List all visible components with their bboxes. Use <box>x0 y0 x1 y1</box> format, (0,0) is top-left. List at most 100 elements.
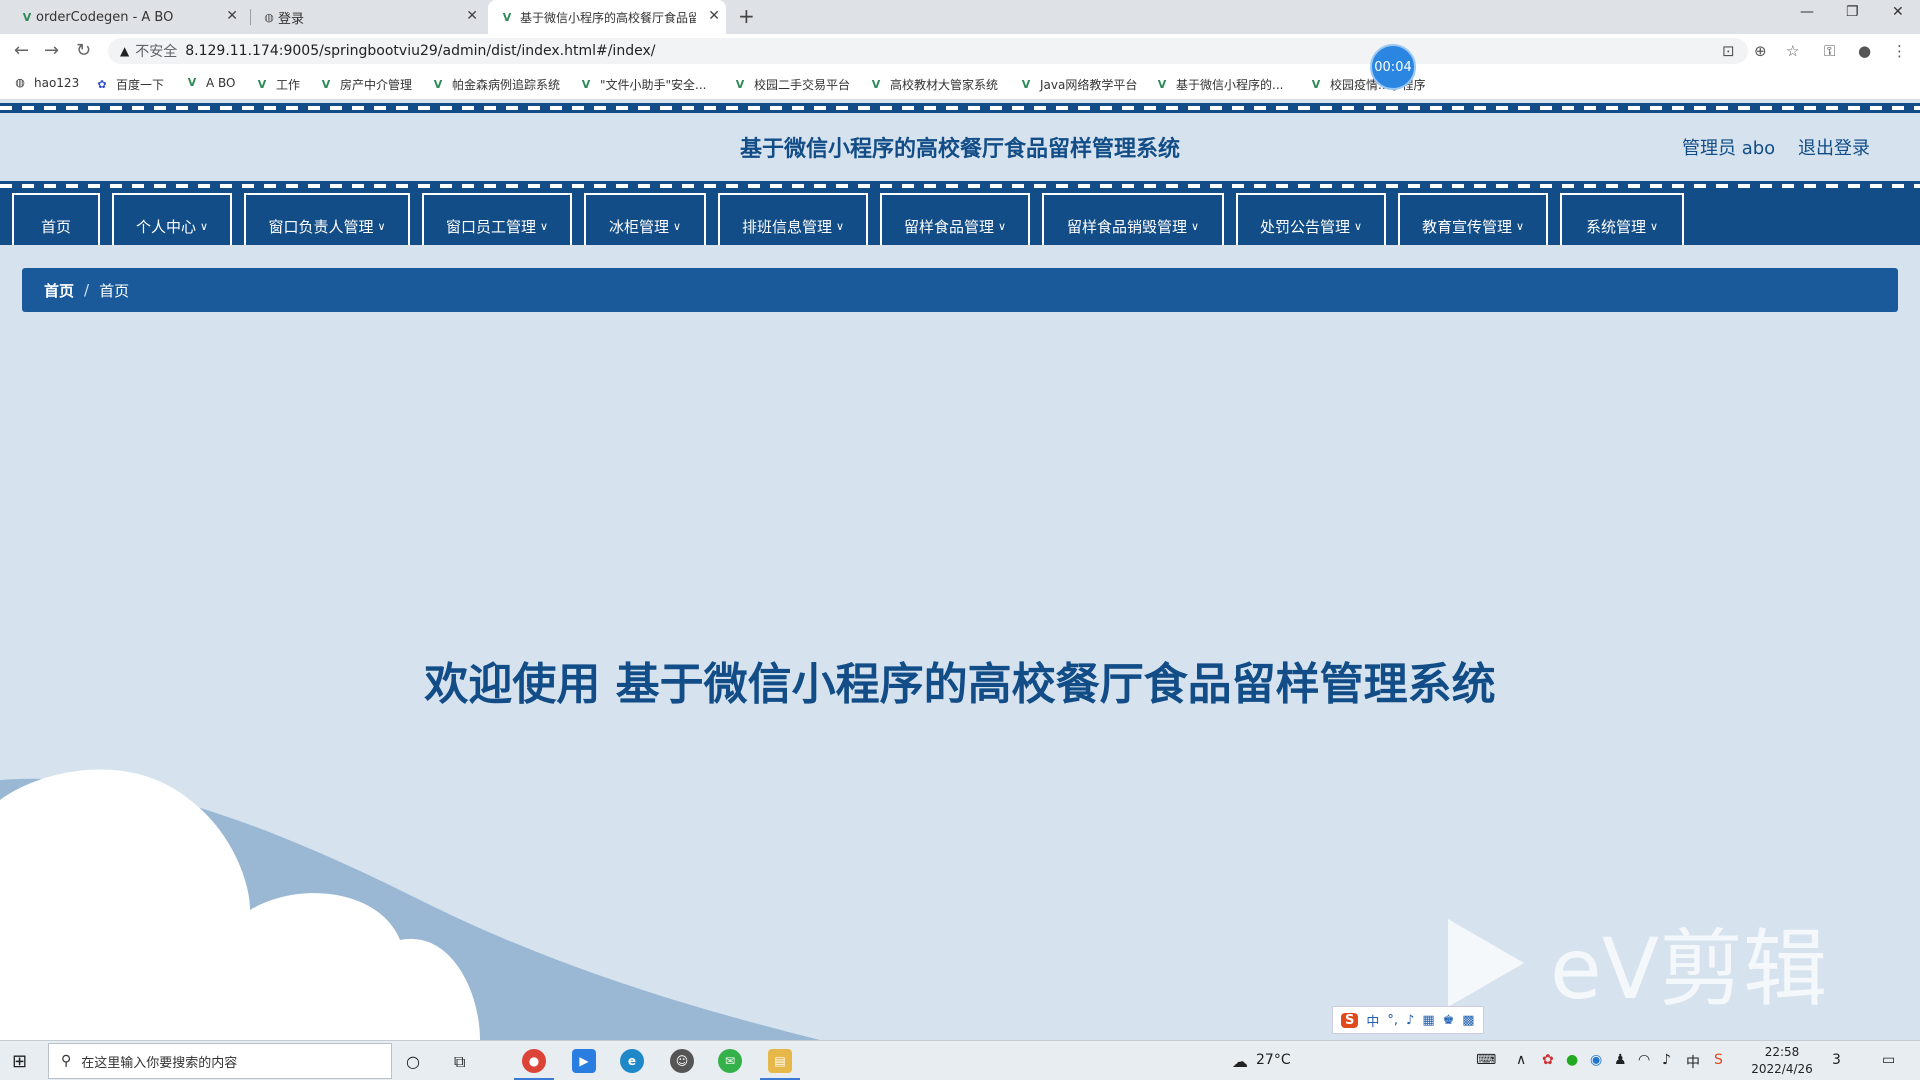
restore-icon[interactable]: ❐ <box>1846 4 1859 20</box>
nav-item-penalty-notice[interactable]: 处罚公告管理 ∨ <box>1236 193 1386 245</box>
reload-icon[interactable]: ↻ <box>76 40 91 61</box>
vue-favicon-icon: V <box>871 77 881 91</box>
globe-icon: ◍ <box>15 76 25 89</box>
file-explorer-icon[interactable]: ▤ <box>768 1049 792 1073</box>
new-tab-icon[interactable]: + <box>738 4 755 28</box>
zoom-icon[interactable]: ⊕ <box>1754 42 1767 60</box>
keyboard-icon[interactable]: ▦ <box>1422 1013 1434 1028</box>
chevron-down-icon: ∨ <box>1649 219 1659 233</box>
vue-favicon-icon: V <box>187 76 197 89</box>
clock-date: 2022/4/26 <box>1751 1062 1813 1076</box>
action-center-icon[interactable]: ▭ <box>1882 1052 1895 1068</box>
chrome-icon[interactable]: ● <box>522 1049 546 1073</box>
chevron-down-icon: ∨ <box>997 219 1007 233</box>
bookmark-item[interactable]: V 房产中介管理 <box>320 76 412 93</box>
bookmark-item[interactable]: V 帕金森病例追踪系统 <box>432 76 560 93</box>
menu-icon[interactable]: ⋮ <box>1892 42 1907 60</box>
breadcrumb-current: 首页 <box>99 281 130 300</box>
nav-dashed-border <box>0 181 1920 191</box>
network-tray-icon[interactable]: ◉ <box>1590 1052 1602 1068</box>
app-title: 基于微信小程序的高校餐厅食品留样管理系统 <box>739 137 1180 162</box>
bookmarks-bar: ◍ hao123 ✿ 百度一下 VA BO V 工作 V 房产中介管理 V 帕金森病例追踪… <box>0 68 1920 100</box>
ime-mode[interactable]: 中 <box>1366 1011 1379 1030</box>
back-icon[interactable]: ← <box>14 40 29 61</box>
logout-link[interactable]: 退出登录 <box>1798 134 1870 160</box>
close-icon[interactable]: ✕ <box>226 8 238 24</box>
key-icon[interactable]: ⚿ <box>1824 42 1835 60</box>
microphone-icon[interactable]: ♪ <box>1406 1013 1414 1028</box>
qq-tray-icon[interactable]: ♟ <box>1614 1052 1627 1068</box>
bookmark-item[interactable]: V 基于微信小程序的... <box>1156 76 1284 93</box>
edge-icon[interactable]: e <box>620 1049 644 1073</box>
nav-item-window-manager[interactable]: 窗口负责人管理 ∨ <box>244 193 410 245</box>
vue-favicon-icon: V <box>1157 77 1167 91</box>
bookmark-item[interactable]: V "文件小助手"安全... <box>580 76 707 93</box>
sogou-logo-icon[interactable]: S <box>1341 1012 1359 1028</box>
bookmark-star-icon[interactable]: ☆ <box>1786 42 1799 60</box>
ime-tray-icon[interactable]: 中 <box>1686 1052 1700 1072</box>
translate-icon[interactable]: ⊡ <box>1722 42 1735 60</box>
close-icon[interactable]: ✕ <box>708 8 720 24</box>
chevron-up-icon[interactable]: ∧ <box>1516 1052 1526 1068</box>
nav-item-system[interactable]: 系统管理 ∨ <box>1560 193 1684 245</box>
keyboard-layout-icon[interactable]: ⌨ <box>1476 1052 1496 1068</box>
wifi-icon[interactable]: ◠ <box>1638 1052 1650 1068</box>
task-view-icon[interactable]: ⧉ <box>454 1052 465 1072</box>
nav-item-home[interactable]: 首页 <box>12 193 100 245</box>
header-dashed-border <box>0 103 1920 113</box>
nav-item-sample-destruction[interactable]: 留样食品销毁管理 ∨ <box>1042 193 1224 245</box>
weather-icon[interactable]: ☁ <box>1232 1052 1248 1071</box>
tray-app-icon[interactable]: ✿ <box>1542 1052 1554 1068</box>
browser-tab-active[interactable]: V 基于微信小程序的高校餐厅食品留 ✕ <box>488 0 726 34</box>
windows-start-icon[interactable]: ⊞ <box>12 1051 27 1072</box>
sogou-tray-icon[interactable]: S <box>1714 1052 1723 1068</box>
breadcrumb-root[interactable]: 首页 <box>44 280 74 301</box>
nav-item-freezer[interactable]: 冰柜管理 ∨ <box>584 193 706 245</box>
skin-icon[interactable]: ♚ <box>1443 1013 1455 1028</box>
browser-tab-login[interactable]: ◍ 登录 ✕ <box>256 0 484 34</box>
bookmark-item[interactable]: V 工作 <box>256 76 300 93</box>
weather-temp[interactable]: 27°C <box>1256 1052 1291 1068</box>
window-close-icon[interactable]: ✕ <box>1892 4 1904 20</box>
cortana-icon[interactable]: ○ <box>406 1052 420 1071</box>
taskbar-search[interactable]: ⚲ 在这里输入你要搜索的内容 <box>48 1043 392 1079</box>
punctuation-icon[interactable]: °, <box>1387 1013 1398 1028</box>
forward-icon[interactable]: → <box>44 40 59 61</box>
chevron-down-icon: ∨ <box>672 219 682 233</box>
taskbar: ⊞ ⚲ 在这里输入你要搜索的内容 ○ ⧉ ● ▶ e ☺ ✉ ▤ ☁ 27°C … <box>0 1040 1920 1080</box>
avatar-app-icon[interactable]: ☺ <box>670 1049 694 1073</box>
nav-item-personal-center[interactable]: 个人中心 ∨ <box>112 193 232 245</box>
vue-favicon-icon: V <box>433 77 443 91</box>
system-clock[interactable]: 22:58 2022/4/26 <box>1750 1044 1814 1078</box>
video-player-icon[interactable]: ▶ <box>572 1049 596 1073</box>
notification-badge[interactable]: 3 <box>1832 1052 1841 1068</box>
vue-favicon-icon: V <box>22 10 32 24</box>
profile-icon[interactable]: ● <box>1858 42 1871 60</box>
volume-icon[interactable]: ♪ <box>1662 1052 1671 1068</box>
bookmark-item[interactable]: V 校园二手交易平台 <box>734 76 850 93</box>
url-text: 8.129.11.174:9005/springbootviu29/admin/… <box>185 43 656 59</box>
bookmark-item[interactable]: ✿ 百度一下 <box>96 76 164 93</box>
tab-separator <box>250 9 251 25</box>
vue-favicon-icon: V <box>502 10 512 24</box>
bookmark-item[interactable]: V Java网络教学平台 <box>1020 76 1138 93</box>
nav-item-window-staff[interactable]: 窗口员工管理 ∨ <box>422 193 572 245</box>
address-bar[interactable]: ▲ 不安全 8.129.11.174:9005/springbootviu29/… <box>108 38 1748 64</box>
browser-tab-ordercodegen[interactable]: V orderCodegen - A BO ✕ <box>14 0 244 34</box>
bookmark-item[interactable]: ◍ hao123 <box>14 76 79 90</box>
vue-favicon-icon: V <box>321 77 331 91</box>
welcome-heading: 欢迎使用 基于微信小程序的高校餐厅食品留样管理系统 <box>424 659 1496 710</box>
minimize-icon[interactable]: — <box>1800 4 1814 20</box>
wechat-icon[interactable]: ✉ <box>718 1049 742 1073</box>
play-logo-icon <box>1448 918 1524 1007</box>
vue-favicon-icon: V <box>257 77 267 91</box>
toolbox-icon[interactable]: ▩ <box>1462 1013 1474 1028</box>
bookmark-item[interactable]: VA BO <box>186 76 236 90</box>
nav-item-sample-food[interactable]: 留样食品管理 ∨ <box>880 193 1030 245</box>
wechat-tray-icon[interactable]: ● <box>1566 1052 1578 1068</box>
bookmark-item[interactable]: V 高校教材大管家系统 <box>870 76 998 93</box>
nav-item-education[interactable]: 教育宣传管理 ∨ <box>1398 193 1548 245</box>
nav-item-schedule[interactable]: 排班信息管理 ∨ <box>718 193 868 245</box>
breadcrumb-separator: / <box>84 281 90 299</box>
close-icon[interactable]: ✕ <box>466 8 478 24</box>
